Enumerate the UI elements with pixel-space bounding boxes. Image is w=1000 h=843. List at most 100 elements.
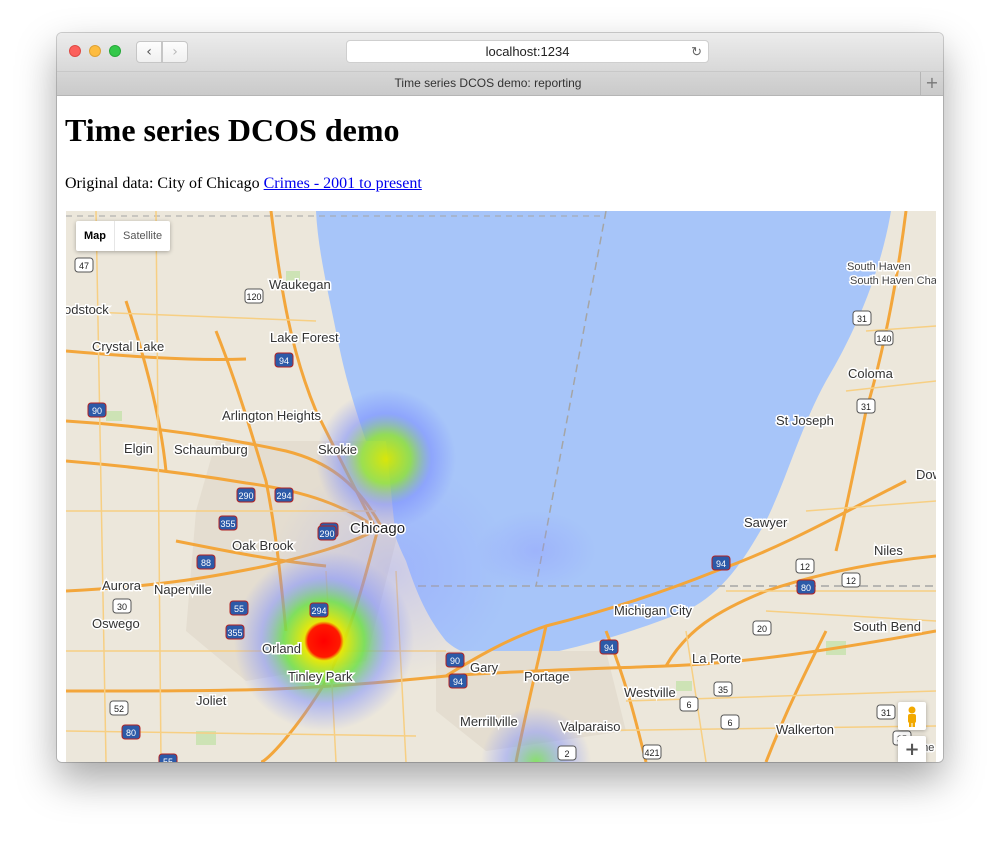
highway-shield: 12 — [841, 572, 861, 588]
tab-active[interactable]: Time series DCOS demo: reporting — [57, 72, 919, 95]
highway-shield-number: 90 — [92, 406, 102, 416]
highway-shield: 47 — [74, 257, 94, 273]
highway-shield: 30 — [112, 598, 132, 614]
close-window-button[interactable] — [69, 45, 81, 57]
map-label-crystal-lake: Crystal Lake — [92, 339, 164, 354]
back-button[interactable]: ‹ — [136, 41, 162, 63]
highway-shield: 90 — [87, 402, 107, 418]
highway-shield: 31 — [852, 310, 872, 326]
data-source-line: Original data: City of Chicago Crimes - … — [65, 175, 422, 193]
map-label-oswego: Oswego — [92, 616, 140, 631]
zoom-window-button[interactable] — [109, 45, 121, 57]
map-type-map-button[interactable]: Map — [76, 221, 115, 251]
map-type-satellite-button[interactable]: Satellite — [115, 221, 170, 251]
map-canvas: Waukegan odstock Crystal Lake Lake Fores… — [66, 211, 936, 762]
highway-shield-number: 52 — [114, 704, 124, 714]
data-source-prefix: Original data: City of Chicago — [65, 175, 260, 192]
highway-shield: 31 — [876, 704, 896, 720]
map-label-south-haven-charter-twp: South Haven Charter Twp — [850, 275, 936, 287]
highway-shield: 94 — [274, 352, 294, 368]
page-content: Time series DCOS demo Original data: Cit… — [57, 96, 943, 762]
new-tab-button[interactable]: + — [920, 72, 943, 95]
tab-bar: Time series DCOS demo: reporting + — [57, 72, 943, 96]
highway-shield: 140 — [874, 330, 894, 346]
page-title: Time series DCOS demo — [65, 112, 400, 148]
highway-shield-number: 355 — [220, 519, 235, 529]
map-label-merrillville: Merrillville — [460, 714, 518, 729]
highway-shield: 35 — [713, 681, 733, 697]
minimize-window-button[interactable] — [89, 45, 101, 57]
map-label-schaumburg: Schaumburg — [174, 442, 248, 457]
highway-shield: 94 — [711, 555, 731, 571]
map-label-tinley-park: Tinley Park — [288, 669, 353, 684]
highway-shield-number: 88 — [201, 558, 211, 568]
map-label-gary: Gary — [470, 660, 499, 675]
map-label-chicago: Chicago — [350, 520, 405, 537]
map-label-st-joseph: St Joseph — [776, 413, 834, 428]
highway-shield: 94 — [599, 639, 619, 655]
map-type-control: Map Satellite — [76, 221, 171, 251]
map-label-lake-forest: Lake Forest — [270, 330, 339, 345]
highway-shield-number: 294 — [276, 491, 291, 501]
highway-shield: 90 — [445, 652, 465, 668]
address-bar[interactable]: localhost:1234 ↻ — [346, 40, 709, 63]
map-label-south-bend: South Bend — [853, 619, 921, 634]
url-text: localhost:1234 — [485, 44, 570, 59]
park — [676, 681, 692, 691]
map-label-orland: Orland — [262, 641, 301, 656]
highway-shield: 120 — [244, 288, 264, 304]
street-view-pegman-icon[interactable] — [898, 702, 926, 730]
map-label-joliet: Joliet — [196, 693, 227, 708]
highway-shield-number: 355 — [227, 628, 242, 638]
highway-shield-number: 31 — [857, 314, 867, 324]
highway-shield: 355 — [218, 515, 238, 531]
highway-shield-number: 94 — [453, 677, 463, 687]
highway-shield: 6 — [720, 714, 740, 730]
highway-shield: 421 — [642, 744, 662, 760]
highway-shield: 55 — [229, 600, 249, 616]
crimes-dataset-link[interactable]: Crimes - 2001 to present — [264, 175, 422, 192]
highway-shield-number: 94 — [716, 559, 726, 569]
highway-shield-number: 120 — [246, 292, 261, 302]
heatmap-hotspot-north — [316, 389, 456, 529]
highway-shield: 31 — [856, 398, 876, 414]
crime-heatmap-map[interactable]: Waukegan odstock Crystal Lake Lake Fores… — [66, 211, 936, 762]
highway-shield: 94 — [448, 673, 468, 689]
map-label-la-porte: La Porte — [692, 651, 741, 666]
highway-shield: 55 — [158, 753, 178, 762]
reload-icon[interactable]: ↻ — [691, 41, 702, 62]
highway-shield-number: 290 — [319, 529, 334, 539]
highway-shield-number: 94 — [279, 356, 289, 366]
forward-button[interactable]: › — [162, 41, 188, 63]
highway-shield-number: 80 — [126, 728, 136, 738]
highway-shield: 80 — [121, 724, 141, 740]
highway-shield-number: 2 — [564, 749, 569, 759]
highway-shield-number: 47 — [79, 261, 89, 271]
map-label-oak-brook: Oak Brook — [232, 538, 294, 553]
zoom-in-button[interactable]: + — [898, 736, 926, 762]
map-label-dow: Dow — [916, 467, 936, 482]
title-bar: ‹ › localhost:1234 ↻ — [57, 33, 943, 72]
map-label-skokie: Skokie — [318, 442, 357, 457]
highway-shield: 355 — [225, 624, 245, 640]
map-label-niles: Niles — [874, 543, 903, 558]
highway-shield-number: 94 — [604, 643, 614, 653]
highway-shield-number: 31 — [881, 708, 891, 718]
highway-shield: 294 — [274, 487, 294, 503]
map-label-naperville: Naperville — [154, 582, 212, 597]
highway-shield: 2 — [557, 745, 577, 761]
highway-shield: 290 — [317, 525, 337, 541]
map-label-valparaiso: Valparaiso — [560, 719, 620, 734]
highway-shield-number: 140 — [876, 334, 891, 344]
highway-shield-number: 12 — [800, 562, 810, 572]
highway-shield-number: 30 — [117, 602, 127, 612]
highway-shield-number: 55 — [234, 604, 244, 614]
map-label-elgin: Elgin — [124, 441, 153, 456]
heatmap-hotspot-south — [234, 551, 414, 731]
highway-shield: 80 — [796, 579, 816, 595]
browser-window: ‹ › localhost:1234 ↻ Time series DCOS de… — [57, 33, 943, 762]
heatmap-haze — [476, 511, 596, 591]
highway-shield-number: 294 — [311, 606, 326, 616]
highway-shield-number: 6 — [686, 700, 691, 710]
highway-shield: 6 — [679, 696, 699, 712]
